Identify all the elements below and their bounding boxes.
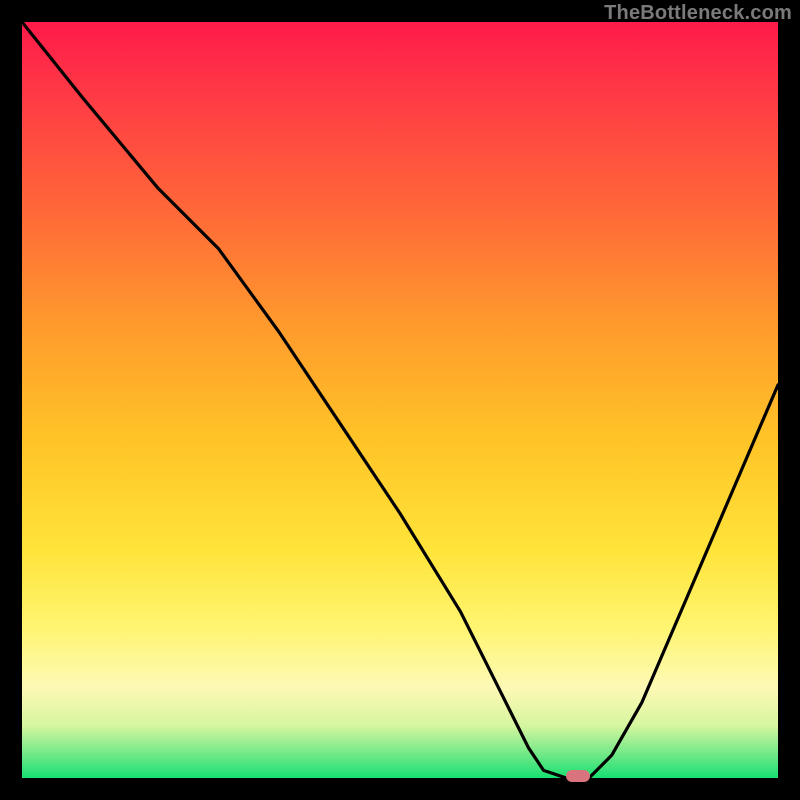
watermark-text: TheBottleneck.com bbox=[604, 2, 792, 25]
curve-line bbox=[22, 22, 778, 778]
chart-frame: TheBottleneck.com bbox=[0, 0, 800, 800]
plot-area bbox=[22, 22, 778, 778]
highlight-marker bbox=[566, 770, 590, 782]
